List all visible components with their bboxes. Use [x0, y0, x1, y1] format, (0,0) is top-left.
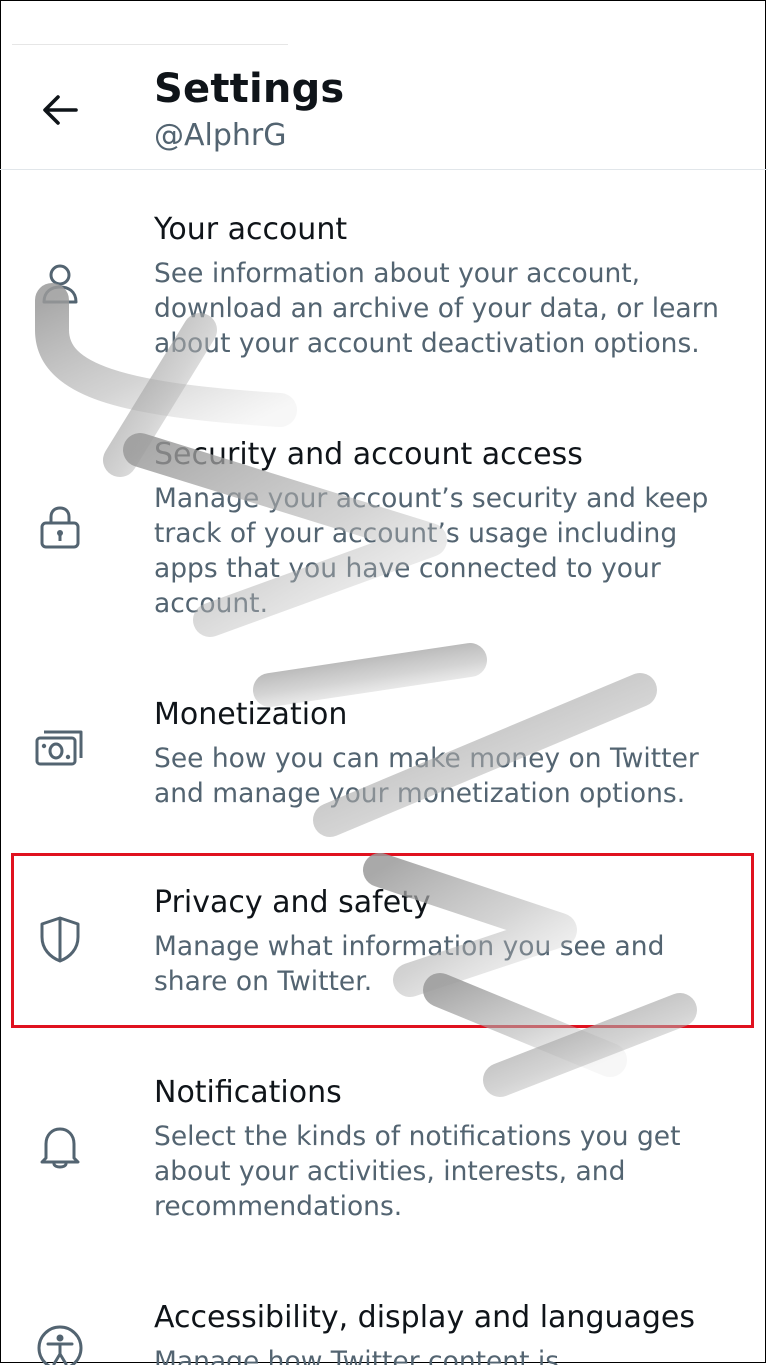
settings-item-description: See information about your account, down… — [154, 258, 719, 359]
settings-item-privacy-and-safety[interactable]: Privacy and safety Manage what informati… — [0, 875, 768, 1015]
settings-item-description: Manage how Twitter content is — [154, 1346, 560, 1365]
shield-icon — [34, 913, 86, 965]
header-divider — [0, 169, 768, 170]
settings-item-label: Privacy and safety — [154, 885, 431, 920]
settings-item-monetization[interactable]: Monetization See how you can make money … — [0, 685, 768, 835]
settings-item-label: Monetization — [154, 697, 348, 732]
account-handle: @AlphrG — [154, 118, 287, 153]
settings-item-description: Manage your account’s security and keep … — [154, 483, 709, 619]
money-icon — [34, 723, 86, 775]
settings-item-notifications[interactable]: Notifications Select the kinds of notifi… — [0, 1065, 768, 1255]
settings-item-security[interactable]: Security and account access Manage your … — [0, 425, 768, 645]
settings-item-label: Your account — [154, 212, 348, 247]
settings-item-your-account[interactable]: Your account See information about your … — [0, 200, 768, 400]
accessibility-icon — [34, 1322, 86, 1365]
lock-icon — [34, 501, 86, 553]
settings-item-label: Security and account access — [154, 437, 583, 472]
settings-item-label: Notifications — [154, 1075, 342, 1110]
settings-item-description: Manage what information you see and shar… — [154, 931, 665, 997]
top-divider — [12, 44, 288, 45]
settings-item-description: See how you can make money on Twitter an… — [154, 743, 699, 809]
back-button[interactable] — [34, 88, 86, 132]
person-icon — [34, 258, 86, 310]
page-title: Settings — [154, 66, 345, 112]
settings-item-accessibility[interactable]: Accessibility, display and languages Man… — [0, 1290, 768, 1365]
bell-icon — [34, 1120, 86, 1172]
settings-item-label: Accessibility, display and languages — [154, 1300, 696, 1335]
back-arrow-icon — [43, 95, 78, 125]
settings-item-description: Select the kinds of notifications you ge… — [154, 1121, 681, 1222]
